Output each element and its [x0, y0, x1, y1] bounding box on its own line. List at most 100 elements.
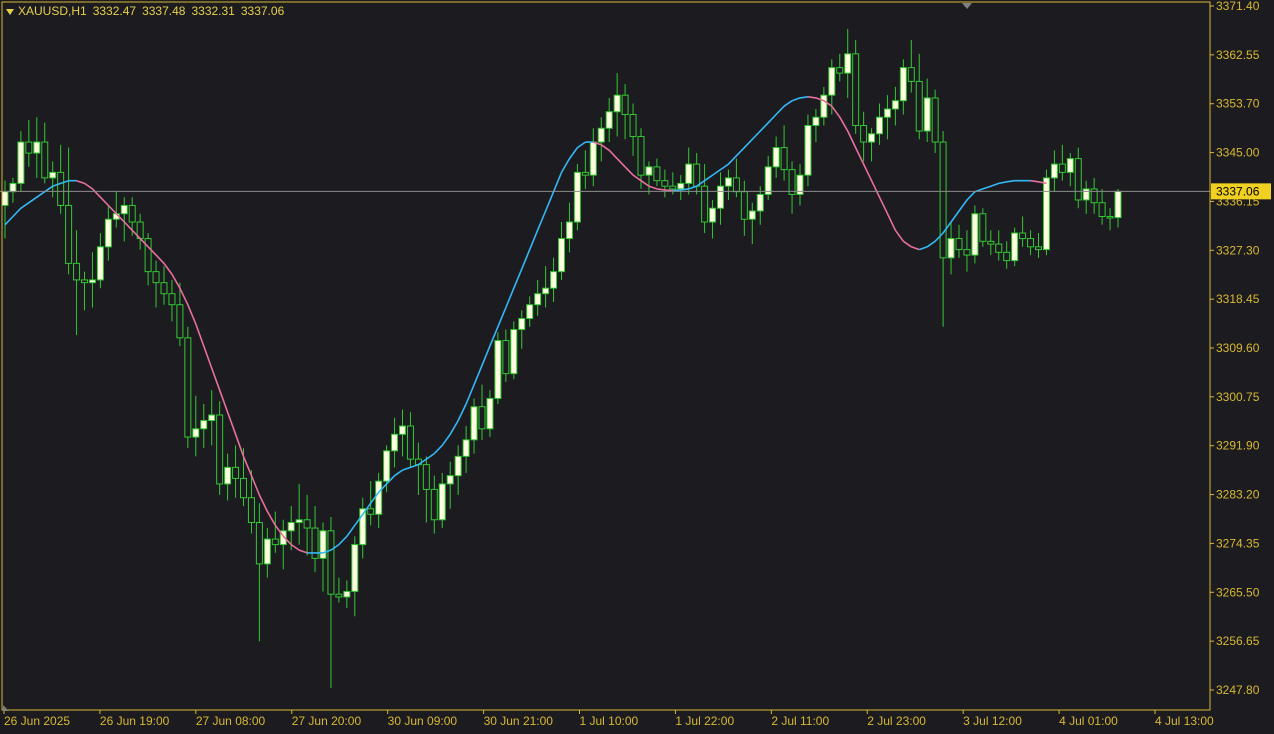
candle-body	[57, 171, 65, 206]
candle	[263, 528, 271, 578]
candle-body	[152, 271, 160, 284]
candle-body	[88, 279, 96, 284]
candle	[311, 505, 319, 573]
candle-body	[375, 480, 383, 515]
candle-body	[1082, 188, 1090, 201]
y-tick-label: 3265.50	[1216, 585, 1260, 599]
y-tick-label: 3274.35	[1216, 536, 1260, 550]
candle-body	[661, 180, 669, 187]
candle	[208, 390, 216, 446]
candle	[693, 153, 701, 195]
plot-frame	[1, 1, 1211, 711]
y-tick-label: 3247.80	[1216, 683, 1260, 697]
candle-body	[709, 207, 717, 223]
candle-body	[1003, 251, 1011, 262]
candle	[295, 483, 303, 545]
candle	[502, 329, 510, 382]
x-tick-label: 27 Jun 08:00	[196, 714, 266, 728]
candle	[605, 97, 613, 143]
candle	[224, 453, 232, 501]
candle	[883, 95, 891, 140]
candle	[661, 169, 669, 198]
candle	[709, 199, 717, 239]
candle-body	[295, 519, 303, 524]
dropdown-triangle-icon[interactable]	[6, 8, 14, 15]
candle-body	[979, 213, 987, 242]
candle-body	[907, 67, 915, 82]
x-tick-label: 30 Jun 21:00	[484, 714, 554, 728]
candle	[255, 503, 263, 642]
candle	[1019, 216, 1027, 247]
y-tick-label: 3371.40	[1216, 0, 1260, 13]
candle	[112, 191, 120, 228]
x-tick-label: 4 Jul 01:00	[1059, 714, 1118, 728]
candle-body	[470, 406, 478, 441]
y-tick-label: 3362.55	[1216, 48, 1260, 62]
candle	[303, 494, 311, 556]
y-tick-label: 3283.20	[1216, 488, 1260, 502]
candle-body	[184, 337, 192, 438]
candle-body	[192, 428, 200, 438]
candle-body	[502, 340, 510, 375]
candle	[1050, 150, 1058, 192]
candle	[907, 40, 915, 93]
candle	[565, 202, 573, 253]
candle	[868, 128, 876, 162]
candle-body	[637, 136, 645, 176]
candle-body	[740, 191, 748, 220]
candle	[915, 53, 923, 140]
candle	[979, 208, 987, 247]
candle-body	[534, 293, 542, 306]
candle-body	[891, 100, 899, 110]
candle-body	[1074, 158, 1082, 201]
candle-body	[844, 53, 852, 74]
price-chart[interactable]: 3371.403362.553353.703345.003336.153327.…	[0, 0, 1274, 734]
candle	[144, 233, 152, 286]
candle-body	[621, 94, 629, 115]
candle-body	[1019, 232, 1027, 240]
candle	[510, 321, 518, 380]
candle	[430, 475, 438, 534]
candle-body	[232, 466, 240, 479]
candle	[748, 202, 756, 245]
candle-body	[422, 464, 430, 490]
candle-body	[677, 182, 685, 190]
x-tick-label: 27 Jun 20:00	[292, 714, 362, 728]
candle	[88, 252, 96, 308]
candle-body	[311, 527, 319, 559]
candle	[422, 456, 430, 523]
x-tick-label: 4 Jul 13:00	[1155, 714, 1214, 728]
candle	[860, 111, 868, 162]
candle	[327, 517, 335, 688]
candle-body	[240, 477, 247, 499]
candle	[772, 136, 780, 178]
candle	[653, 158, 661, 187]
candle-body	[915, 80, 923, 132]
candle	[955, 224, 963, 258]
candle-body	[1106, 215, 1114, 219]
candle	[168, 279, 176, 322]
candle-body	[883, 108, 891, 118]
candle	[947, 222, 955, 275]
candle-body	[724, 177, 732, 187]
price-tag-label: 3337.06	[1216, 184, 1260, 198]
candle-body	[1042, 177, 1050, 251]
candle	[1106, 208, 1114, 231]
moving-average-rising	[4, 96, 1031, 554]
candle	[57, 144, 65, 214]
candle-body	[343, 590, 351, 598]
y-tick-label: 3327.30	[1216, 243, 1260, 257]
chart-header[interactable]: XAUUSD,H1 3332.47 3337.48 3332.31 3337.06	[6, 4, 290, 18]
candle-body	[303, 519, 311, 529]
candle-body	[939, 141, 947, 259]
candle	[446, 461, 454, 509]
candle	[96, 233, 104, 289]
candle	[613, 73, 621, 137]
candle	[589, 128, 597, 187]
candle	[73, 230, 81, 336]
candle	[764, 155, 772, 200]
candle	[279, 519, 287, 570]
candle-body	[33, 141, 41, 154]
candle-body	[860, 125, 868, 143]
candle	[1082, 180, 1090, 214]
